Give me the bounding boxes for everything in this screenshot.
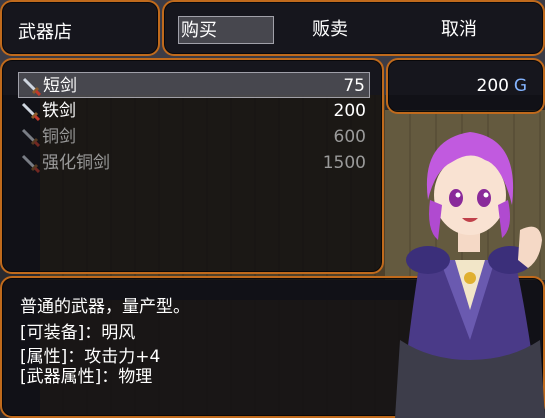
item-name: 铁剑 (42, 101, 76, 121)
item-price: 600 (333, 127, 366, 147)
shop-title-window: 武器店 (0, 0, 160, 56)
weapon-attribute-line: [武器属性]：物理 (20, 367, 153, 387)
gold-unit: G (513, 76, 527, 96)
equippable-line: [可装备]：明风 (20, 323, 136, 343)
item-list-window: 短剑 75 铁剑 200 铜剑 600 强化铜剑 1500 (0, 58, 384, 274)
gold-amount: 200 (476, 76, 509, 96)
gold-window: 200 G (386, 58, 545, 114)
sword-icon (21, 76, 42, 97)
item-row-bronze-sword[interactable]: 铜剑 600 (18, 124, 370, 150)
shop-title: 武器店 (18, 22, 72, 43)
item-name: 强化铜剑 (42, 153, 110, 173)
description-line: 普通的武器，量产型。 (20, 297, 190, 317)
item-name: 短剑 (43, 76, 77, 96)
shopkeeper-portrait (395, 132, 545, 418)
cancel-command[interactable]: 取消 (414, 16, 504, 44)
sword-icon (20, 153, 41, 174)
sword-icon (20, 127, 41, 148)
item-price: 1500 (322, 153, 366, 173)
item-row-reinforced-bronze-sword[interactable]: 强化铜剑 1500 (18, 150, 370, 176)
item-price: 75 (343, 76, 365, 96)
item-name: 铜剑 (42, 127, 76, 147)
buy-command[interactable]: 购买 (178, 16, 274, 44)
shop-command-window: 购买 贩卖 取消 (162, 0, 545, 56)
item-price: 200 (333, 101, 366, 121)
sword-icon (20, 101, 41, 122)
item-row-iron-sword[interactable]: 铁剑 200 (18, 98, 370, 124)
sell-command[interactable]: 贩卖 (290, 16, 370, 44)
item-row-short-sword[interactable]: 短剑 75 (18, 72, 370, 98)
